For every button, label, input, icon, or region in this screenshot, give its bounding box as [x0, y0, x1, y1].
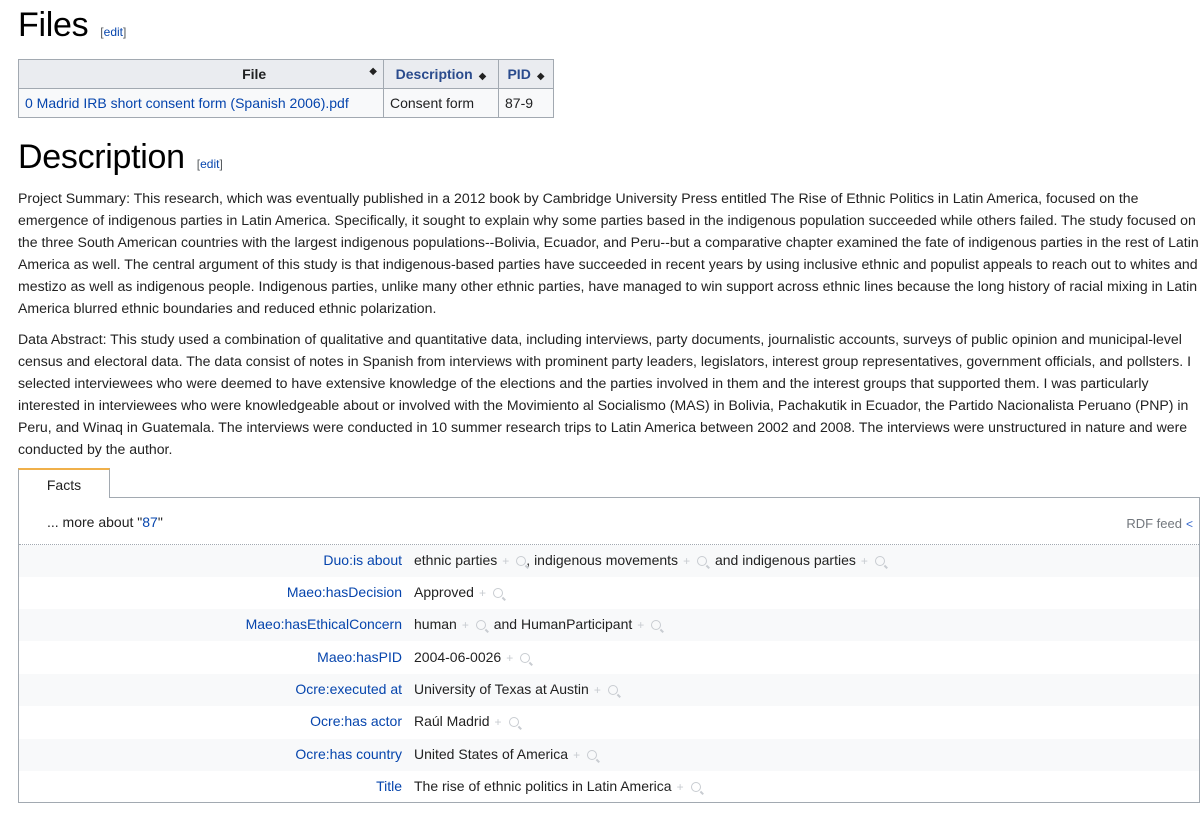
- file-cell: 0 Madrid IRB short consent form (Spanish…: [18, 88, 384, 118]
- files-edit-section: [edit]: [100, 25, 127, 39]
- plus-icon[interactable]: +: [573, 748, 580, 762]
- fact-property-link[interactable]: Ocre:has country: [295, 746, 402, 762]
- fact-property-link[interactable]: Title: [376, 778, 402, 794]
- search-icon[interactable]: [607, 685, 618, 695]
- fact-property-link[interactable]: Maeo:hasPID: [317, 649, 402, 665]
- data-abstract-paragraph: Data Abstract: This study used a combina…: [18, 331, 1192, 457]
- search-icon[interactable]: [520, 653, 531, 663]
- fact-row: Maeo:hasEthicalConcern human + and HumanP…: [19, 609, 1199, 641]
- fact-row: Duo:is about ethnic parties + , indigenous…: [19, 545, 1199, 577]
- fact-row: Title The rise of ethnic politics in Lat…: [19, 771, 1199, 803]
- fact-value-link[interactable]: , indigenous movements: [526, 552, 678, 568]
- column-header-description[interactable]: Description ◆: [383, 59, 499, 89]
- more-about: ... more about "87": [47, 514, 163, 530]
- search-icon[interactable]: [697, 556, 708, 566]
- column-header-pid[interactable]: PID ◆: [498, 59, 554, 89]
- files-edit-link[interactable]: edit: [104, 25, 123, 39]
- plus-icon[interactable]: +: [677, 780, 684, 794]
- plus-icon[interactable]: +: [637, 618, 644, 632]
- fact-value-link[interactable]: and HumanParticipant: [494, 616, 633, 632]
- search-icon[interactable]: [492, 588, 503, 598]
- fact-property-link[interactable]: Maeo:hasDecision: [287, 584, 402, 600]
- fact-values: The rise of ethnic politics in Latin Ame…: [414, 778, 701, 794]
- plus-icon[interactable]: +: [462, 618, 469, 632]
- fact-values: ethnic parties + , indigenous movements + a…: [414, 552, 885, 568]
- fact-value-link[interactable]: ethnic parties: [414, 552, 497, 568]
- facts-header: ... more about "87" RDF feed <: [19, 498, 1199, 545]
- plus-icon[interactable]: +: [506, 651, 513, 665]
- fact-value-link[interactable]: United States of America: [414, 746, 568, 762]
- fact-property-link[interactable]: Maeo:hasEthicalConcern: [246, 616, 402, 632]
- files-heading: Files [edit]: [18, 6, 126, 45]
- fact-property-link[interactable]: Ocre:has actor: [310, 713, 402, 729]
- fact-value: 2004-06-0026: [414, 649, 502, 665]
- description-edit-link[interactable]: edit: [200, 157, 219, 171]
- fact-row: Ocre:executed at University of Texas at …: [19, 674, 1199, 706]
- search-icon[interactable]: [516, 556, 527, 566]
- files-heading-title: Files: [18, 6, 89, 44]
- search-icon[interactable]: [651, 620, 662, 630]
- rdf-feed-link[interactable]: RDF feed <: [1126, 516, 1193, 531]
- description-cell: Consent form: [383, 88, 499, 118]
- search-icon[interactable]: [690, 782, 701, 792]
- sort-icon[interactable]: ◆: [479, 71, 487, 82]
- sort-icon[interactable]: ◆: [369, 66, 377, 77]
- fact-value-link[interactable]: and indigenous parties: [715, 552, 856, 568]
- fact-property-link[interactable]: Ocre:executed at: [295, 681, 402, 697]
- fact-property-link[interactable]: Duo:is about: [323, 552, 402, 568]
- project-summary-paragraph: Project Summary: This research, which wa…: [18, 190, 1199, 316]
- plus-icon[interactable]: +: [683, 554, 690, 568]
- fact-values: 2004-06-0026 +: [414, 649, 531, 665]
- search-icon[interactable]: [587, 750, 598, 760]
- column-header-file[interactable]: File ◆: [18, 59, 384, 89]
- fact-value-link[interactable]: University of Texas at Austin: [414, 681, 589, 697]
- more-about-subject-link[interactable]: 87: [142, 514, 158, 530]
- file-link[interactable]: 0 Madrid IRB short consent form (Spanish…: [25, 95, 349, 111]
- description-heading: Description [edit]: [18, 138, 223, 177]
- plus-icon[interactable]: +: [861, 554, 868, 568]
- fact-row: Maeo:hasDecision Approved +: [19, 577, 1199, 609]
- plus-icon[interactable]: +: [479, 586, 486, 600]
- search-icon[interactable]: [475, 620, 486, 630]
- share-icon: <: [1185, 517, 1193, 531]
- fact-values: Approved +: [414, 584, 503, 600]
- fact-values: human + and HumanParticipant +: [414, 616, 662, 632]
- fact-value-link[interactable]: Raúl Madrid: [414, 713, 489, 729]
- sort-icon[interactable]: ◆: [537, 71, 545, 82]
- fact-values: University of Texas at Austin +: [414, 681, 618, 697]
- facts-box: ... more about "87" RDF feed < Duo:is abo…: [18, 497, 1200, 803]
- description-heading-title: Description: [18, 138, 185, 176]
- pid-cell: 87-9: [498, 88, 554, 118]
- search-icon[interactable]: [874, 556, 885, 566]
- fact-row: Ocre:has actor Raúl Madrid +: [19, 706, 1199, 738]
- fact-values: United States of America +: [414, 746, 598, 762]
- files-table: File ◆ Description ◆ PID ◆ 0 Madrid IRB sho…: [18, 59, 554, 118]
- plus-icon[interactable]: +: [502, 554, 509, 568]
- fact-value-link[interactable]: human: [414, 616, 457, 632]
- description-edit-section: [edit]: [196, 157, 223, 171]
- plus-icon[interactable]: +: [594, 683, 601, 697]
- fact-row: Maeo:hasPID 2004-06-0026 +: [19, 642, 1199, 674]
- search-icon[interactable]: [508, 717, 519, 727]
- fact-row: Ocre:has country United States of Americ…: [19, 739, 1199, 771]
- fact-values: Raúl Madrid +: [414, 713, 519, 729]
- tab-facts[interactable]: Facts: [18, 468, 110, 498]
- fact-value: Approved: [414, 584, 474, 600]
- table-row: 0 Madrid IRB short consent form (Spanish…: [18, 88, 554, 118]
- plus-icon[interactable]: +: [494, 715, 501, 729]
- fact-value: The rise of ethnic politics in Latin Ame…: [414, 778, 672, 794]
